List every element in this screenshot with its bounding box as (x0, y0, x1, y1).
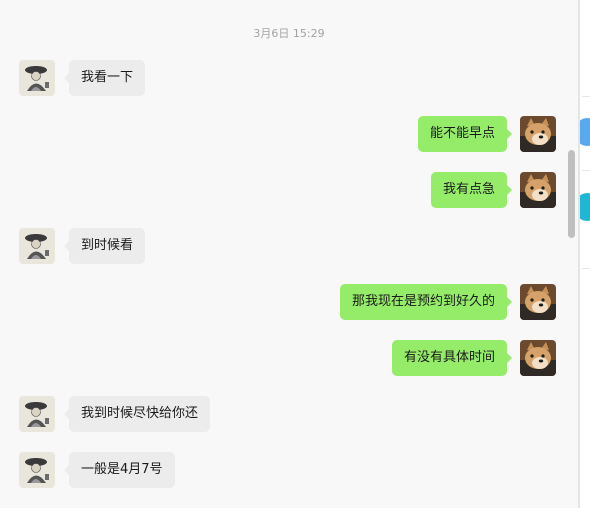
sent-message-bubble[interactable]: 有没有具体时间 (391, 340, 513, 376)
message-row: 那我现在是预约到好久的 (0, 284, 578, 320)
my-avatar[interactable] (520, 284, 556, 320)
sent-message-bubble[interactable]: 能不能早点 (417, 116, 513, 152)
contact-avatar[interactable] (19, 228, 55, 264)
message-row: 能不能早点 (0, 116, 578, 152)
side-panel-divider (582, 170, 590, 171)
message-row: 有没有具体时间 (0, 340, 578, 376)
shiba-dog-avatar-icon (520, 340, 556, 376)
my-avatar[interactable] (520, 172, 556, 208)
my-avatar[interactable] (520, 340, 556, 376)
message-row: 到时候看 (0, 228, 578, 264)
received-message-bubble[interactable]: 我到时候尽快给你还 (63, 396, 211, 432)
shiba-dog-avatar-icon (520, 172, 556, 208)
message-row: 我有点急 (0, 172, 578, 208)
shiba-dog-avatar-icon (520, 284, 556, 320)
message-row: 我看一下 (0, 60, 578, 96)
side-panel-blue-button[interactable] (580, 118, 590, 146)
message-row: 我到时候尽快给你还 (0, 396, 578, 432)
contact-avatar[interactable] (19, 396, 55, 432)
my-avatar[interactable] (520, 116, 556, 152)
ink-painting-figure-avatar-icon (19, 396, 55, 432)
shiba-dog-avatar-icon (520, 116, 556, 152)
right-side-panel (580, 0, 590, 508)
sent-message-bubble[interactable]: 那我现在是预约到好久的 (339, 284, 513, 320)
chat-message-area[interactable]: 3月6日 15:29 我看一下 能不能早点 我有点急 到时候看 那我现在是预约到… (0, 0, 578, 508)
ink-painting-figure-avatar-icon (19, 228, 55, 264)
side-panel-divider (582, 268, 590, 269)
contact-avatar[interactable] (19, 60, 55, 96)
side-panel-teal-button[interactable] (580, 193, 590, 221)
ink-painting-figure-avatar-icon (19, 452, 55, 488)
contact-avatar[interactable] (19, 452, 55, 488)
sent-message-bubble[interactable]: 我有点急 (430, 172, 513, 208)
side-panel-divider (582, 96, 590, 97)
ink-painting-figure-avatar-icon (19, 60, 55, 96)
message-row: 一般是4月7号 (0, 452, 578, 488)
chat-scrollbar[interactable] (565, 0, 577, 508)
chat-scrollbar-thumb[interactable] (568, 150, 575, 238)
received-message-bubble[interactable]: 到时候看 (63, 228, 146, 264)
message-timestamp: 3月6日 15:29 (253, 27, 325, 40)
received-message-bubble[interactable]: 我看一下 (63, 60, 146, 96)
received-message-bubble[interactable]: 一般是4月7号 (64, 452, 175, 488)
